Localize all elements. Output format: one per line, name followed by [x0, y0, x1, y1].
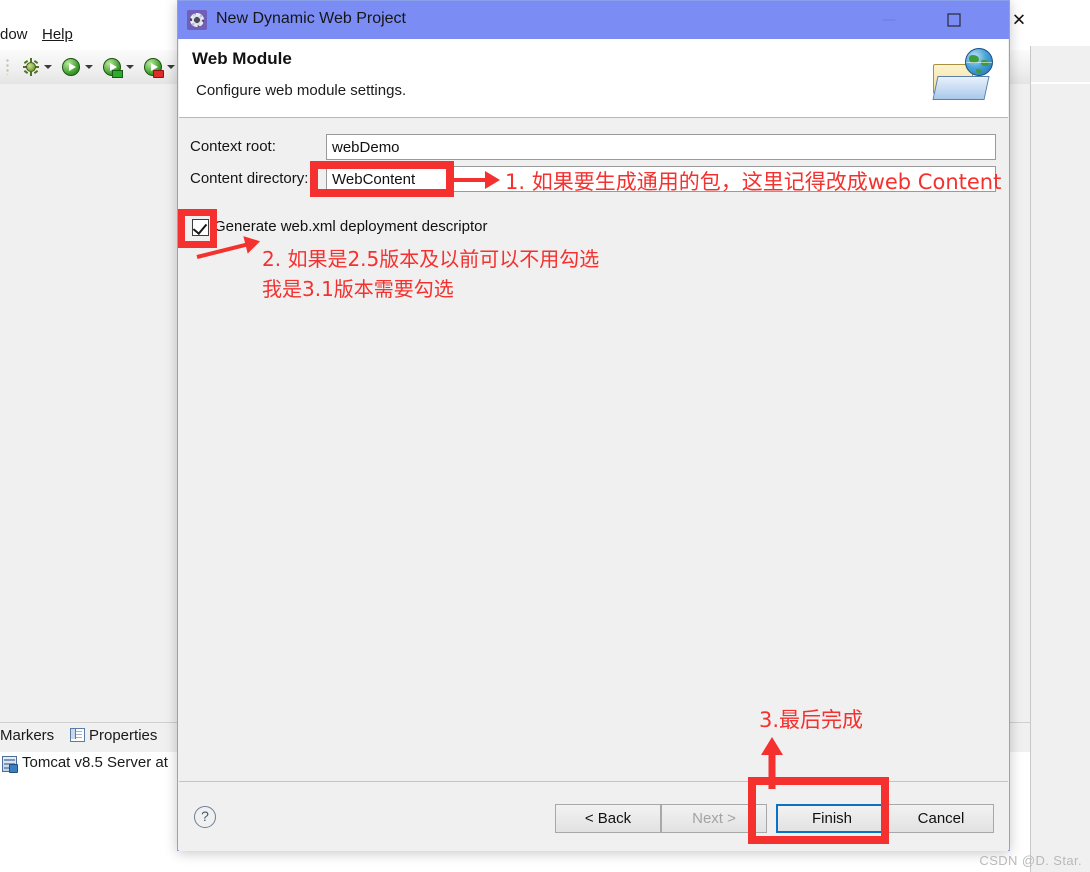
ide-right-region [1030, 0, 1090, 872]
toolbar-grip-icon[interactable] [6, 58, 9, 75]
globe-icon [965, 48, 993, 76]
tab-markers[interactable]: Markers [0, 727, 54, 744]
maximize-button[interactable] [931, 1, 977, 39]
new-dynamic-web-project-dialog: New Dynamic Web Project ✕ Web Module Con… [177, 0, 1026, 851]
back-button[interactable]: < Back [555, 804, 661, 833]
dialog-title: New Dynamic Web Project [216, 10, 406, 27]
server-name-label: Tomcat v8.5 Server at [22, 754, 168, 771]
properties-icon [70, 728, 85, 742]
run-external-tools-icon[interactable] [144, 58, 164, 78]
minimize-icon [882, 19, 896, 21]
external-tools-dropdown-chevron-down-icon[interactable] [167, 65, 175, 69]
run-icon[interactable] [62, 58, 80, 76]
annotation-note-3: 我是3.1版本需要勾选 [262, 277, 454, 301]
ide-vertical-divider [1030, 46, 1031, 872]
debug-bug-icon[interactable] [22, 58, 40, 76]
annotation-note-2: 2. 如果是2.5版本及以前可以不用勾选 [262, 247, 600, 271]
annotation-note-1: 1. 如果要生成通用的包，这里记得改成web Content [505, 170, 1002, 194]
annotation-box-content-directory [310, 161, 454, 197]
tab-properties[interactable]: Properties [70, 727, 157, 744]
annotation-note-4: 3.最后完成 [759, 708, 864, 732]
dialog-body: Context root: Content directory: Generat… [179, 118, 1008, 781]
content-directory-label: Content directory: [190, 170, 309, 187]
tab-properties-label: Properties [89, 727, 158, 744]
close-icon: ✕ [1011, 10, 1027, 30]
context-root-row: Context root: [179, 134, 1008, 162]
run-dropdown-chevron-down-icon[interactable] [85, 65, 93, 69]
context-root-label: Context root: [190, 138, 276, 155]
close-button[interactable]: ✕ [996, 1, 1042, 39]
eclipse-wizard-icon [187, 10, 207, 30]
dialog-header: Web Module Configure web module settings… [179, 39, 1008, 118]
dialog-title-bar[interactable]: New Dynamic Web Project ✕ [178, 1, 1026, 39]
help-button[interactable]: ? [194, 806, 216, 828]
menu-help-label: Help [42, 26, 73, 43]
web-folder-icon [929, 44, 995, 110]
context-root-input[interactable] [326, 134, 996, 160]
debug-dropdown-chevron-down-icon[interactable] [44, 65, 52, 69]
page-title: Web Module [192, 49, 292, 68]
server-dropdown-chevron-down-icon[interactable] [126, 65, 134, 69]
server-icon [2, 756, 18, 773]
maximize-icon [947, 13, 961, 27]
page-subtitle: Configure web module settings. [196, 82, 407, 99]
watermark: CSDN @D. Star. [979, 853, 1082, 868]
menu-window[interactable]: dow [0, 26, 28, 43]
minimize-button[interactable] [866, 1, 912, 39]
annotation-box-checkbox [178, 209, 217, 248]
screenshot-root: dow Help Markers Properties Tomcat v8.5 … [0, 0, 1090, 872]
menu-help[interactable]: Help [42, 26, 73, 43]
run-server-icon[interactable] [103, 58, 123, 78]
cancel-button[interactable]: Cancel [888, 804, 994, 833]
annotation-box-finish [748, 777, 889, 844]
